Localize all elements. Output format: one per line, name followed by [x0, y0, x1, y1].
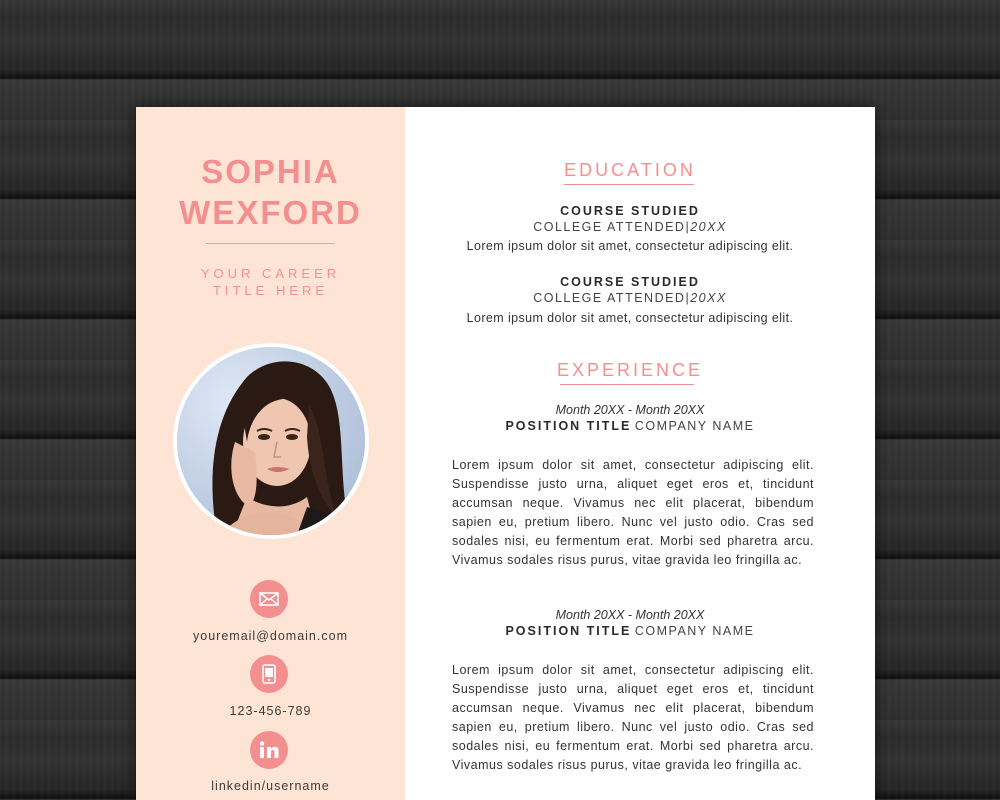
envelope-icon — [259, 592, 279, 606]
exp-position-1: POSITION TITLE — [505, 419, 632, 433]
linkedin-icon-circle — [250, 731, 288, 769]
edu-college-1: COLLEGE ATTENDED — [533, 220, 686, 234]
first-name: SOPHIA — [201, 153, 340, 190]
edu-desc-2: Lorem ipsum dolor sit amet, consectetur … — [466, 311, 794, 325]
phone-icon — [262, 664, 276, 684]
edu-year-1: 20XX — [690, 220, 727, 234]
edu-desc-1: Lorem ipsum dolor sit amet, consectetur … — [466, 239, 794, 253]
edu-college-line-1: COLLEGE ATTENDED|20XX — [405, 219, 855, 235]
profile-photo — [173, 343, 369, 539]
edu-course-1: COURSE STUDIED — [560, 204, 700, 218]
exp-dates-2: Month 20XX - Month 20XX — [555, 608, 705, 622]
edu-course-2: COURSE STUDIED — [560, 275, 700, 289]
career-title-line2: TITLE HERE — [212, 283, 329, 298]
edu-year-2: 20XX — [690, 291, 727, 305]
portrait-illustration — [177, 347, 365, 535]
exp-desc-1: Lorem ipsum dolor sit amet, consectetur … — [452, 458, 814, 567]
edu-college-line-2: COLLEGE ATTENDED|20XX — [405, 290, 855, 306]
last-name: WEXFORD — [179, 194, 362, 231]
resume-sidebar: SOPHIA WEXFORD YOUR CAREER TITLE HERE yo… — [136, 107, 405, 800]
phone-text: 123-456-789 — [229, 704, 312, 718]
career-title-line1: YOUR CAREER — [200, 266, 341, 281]
exp-dates-1: Month 20XX - Month 20XX — [555, 403, 705, 417]
education-underline — [564, 184, 694, 185]
experience-heading: EXPERIENCE — [556, 360, 704, 380]
edu-college-2: COLLEGE ATTENDED — [533, 291, 686, 305]
education-heading: EDUCATION — [564, 160, 696, 180]
exp-company-1: COMPANY NAME — [634, 419, 755, 433]
exp-position-2: POSITION TITLE — [505, 624, 632, 638]
exp-title-line-1: POSITION TITLE COMPANY NAME — [405, 418, 855, 434]
email-text: youremail@domain.com — [193, 629, 348, 643]
exp-company-2: COMPANY NAME — [634, 624, 755, 638]
exp-title-line-2: POSITION TITLE COMPANY NAME — [405, 623, 855, 639]
email-icon-circle — [250, 580, 288, 618]
phone-icon-circle — [250, 655, 288, 693]
name-divider — [206, 243, 335, 244]
linkedin-icon — [259, 741, 279, 758]
linkedin-text: linkedin/username — [211, 779, 330, 793]
experience-underline — [560, 384, 694, 385]
exp-desc-2: Lorem ipsum dolor sit amet, consectetur … — [452, 663, 814, 772]
